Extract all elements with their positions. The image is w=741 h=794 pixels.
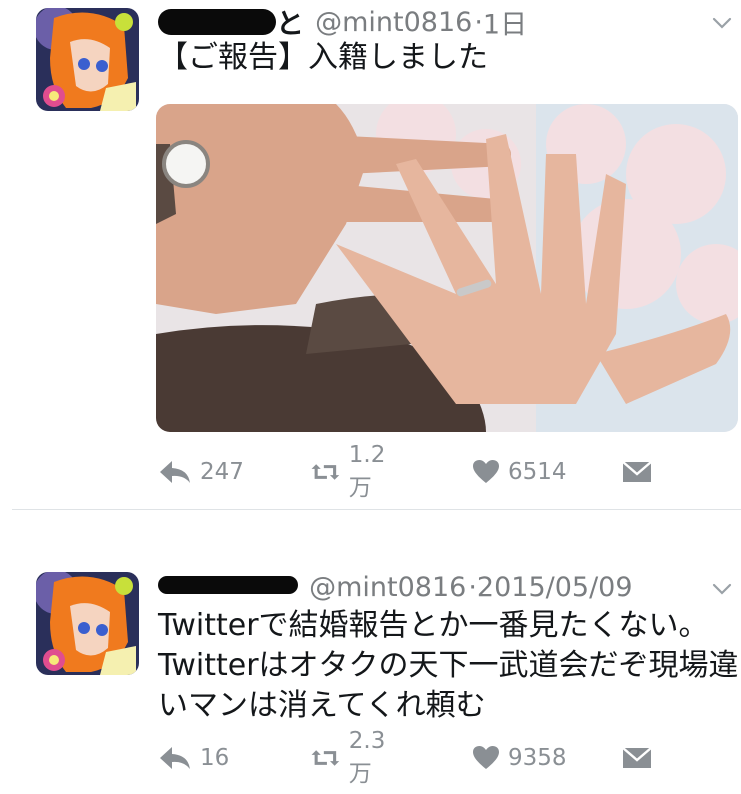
tweet-header: @mint0816·2015/05/09 bbox=[158, 572, 633, 608]
timestamp[interactable]: 2015/05/09 bbox=[477, 572, 633, 603]
tweet-text-line: 【ご報告】入籍しました bbox=[158, 40, 488, 75]
reply-count: 16 bbox=[200, 745, 230, 771]
direct-message-button[interactable] bbox=[622, 740, 652, 776]
avatar-image bbox=[36, 8, 139, 111]
separator: · bbox=[468, 572, 477, 603]
redacted-name bbox=[158, 9, 276, 35]
retweet-icon bbox=[311, 464, 340, 480]
reply-button[interactable]: 247 bbox=[158, 454, 244, 490]
tweet-text: Twitterで結婚報告とか一番見たくない。 Twitterはオタクの天下一武道… bbox=[158, 606, 741, 726]
reply-arrow-icon bbox=[160, 747, 190, 769]
like-count: 9358 bbox=[508, 745, 567, 771]
photo-hands-rings-cherry-blossoms bbox=[156, 104, 738, 432]
envelope-icon bbox=[622, 747, 652, 768]
display-name-fragment[interactable]: と bbox=[276, 7, 304, 40]
retweet-icon bbox=[311, 750, 340, 766]
retweet-button[interactable]: 2.3万 bbox=[310, 728, 395, 787]
reply-arrow-icon bbox=[160, 461, 190, 483]
tweet-photo[interactable] bbox=[156, 104, 738, 432]
chevron-down-icon[interactable] bbox=[711, 12, 733, 34]
tweet-text-line: いマンは消えてくれ頼む bbox=[158, 688, 486, 723]
avatar-image bbox=[36, 572, 139, 675]
separator: · bbox=[474, 6, 483, 38]
tweet-text-line: Twitterはオタクの天下一武道会だぞ現場違 bbox=[158, 648, 739, 683]
tweet-header: と @mint0816·1日 bbox=[158, 2, 527, 41]
tweet-1[interactable]: と @mint0816·1日 【ご報告】入籍しました 247 1.2万 6514 bbox=[0, 0, 741, 510]
username[interactable]: @mint0816 bbox=[309, 572, 466, 603]
username[interactable]: @mint0816 bbox=[315, 7, 472, 38]
chevron-down-icon[interactable] bbox=[711, 578, 733, 600]
retweet-count: 2.3万 bbox=[348, 728, 386, 787]
envelope-icon bbox=[622, 461, 652, 482]
like-count: 6514 bbox=[508, 459, 567, 485]
like-button[interactable]: 9358 bbox=[472, 740, 567, 776]
tweet-2[interactable]: @mint0816·2015/05/09 Twitterで結婚報告とか一番見たく… bbox=[0, 560, 741, 794]
retweet-button[interactable]: 1.2万 bbox=[310, 442, 395, 501]
reply-button[interactable]: 16 bbox=[158, 740, 229, 776]
avatar[interactable] bbox=[36, 572, 139, 675]
heart-icon bbox=[473, 746, 499, 769]
redacted-name bbox=[158, 575, 298, 594]
reply-count: 247 bbox=[200, 459, 244, 485]
direct-message-button[interactable] bbox=[622, 454, 652, 490]
tweet-text: 【ご報告】入籍しました bbox=[158, 38, 488, 78]
heart-icon bbox=[473, 460, 499, 483]
timestamp[interactable]: 1日 bbox=[483, 10, 527, 41]
retweet-count: 1.2万 bbox=[348, 442, 386, 501]
like-button[interactable]: 6514 bbox=[472, 454, 567, 490]
avatar[interactable] bbox=[36, 8, 139, 111]
tweet-text-line: Twitterで結婚報告とか一番見たくない。 bbox=[158, 608, 709, 643]
tweet-divider bbox=[12, 509, 741, 510]
